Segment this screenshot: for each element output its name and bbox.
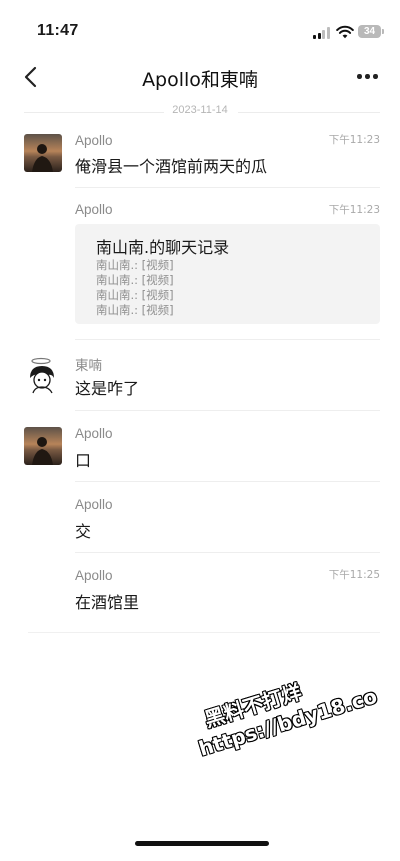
chat-record-card[interactable]: 南山南.的聊天记录 南山南.: [视频] 南山南.: [视频] 南山南.: [视… xyxy=(75,224,380,324)
message-text[interactable]: 俺滑县一个酒馆前两天的瓜 xyxy=(75,153,267,177)
chat-title: Apollo和東喃 xyxy=(142,69,258,91)
avatar-apollo[interactable] xyxy=(24,427,62,465)
status-bar: 11:47 34 xyxy=(0,0,400,56)
chat-record-line: 南山南.: [视频] xyxy=(96,273,174,287)
message-divider xyxy=(75,339,380,340)
chat-record-line: 南山南.: [视频] xyxy=(96,288,174,302)
sender-name: Apollo xyxy=(75,568,113,583)
status-time: 11:47 xyxy=(37,22,79,39)
avatar-apollo[interactable] xyxy=(24,134,62,172)
wifi-icon xyxy=(336,25,354,39)
date-label: 2023-11-14 xyxy=(172,104,228,116)
home-indicator[interactable] xyxy=(135,841,269,846)
chat-record-title: 南山南.的聊天记录 xyxy=(96,238,230,257)
message-text[interactable]: 在酒馆里 xyxy=(75,589,139,613)
signal-icon xyxy=(313,27,331,39)
chat-header: Apollo和東喃 xyxy=(0,56,400,100)
message-divider xyxy=(75,481,380,482)
chat-record-line: 南山南.: [视频] xyxy=(96,258,174,272)
message-text[interactable]: 口 xyxy=(75,447,91,471)
chat-end-divider xyxy=(28,632,380,633)
date-separator: 2023-11-14 xyxy=(0,104,400,120)
message-text[interactable]: 这是咋了 xyxy=(75,375,139,399)
sender-name: Apollo xyxy=(75,497,113,512)
sender-name: 東喃 xyxy=(75,358,102,373)
message-divider xyxy=(75,410,380,411)
sender-name: Apollo xyxy=(75,426,113,441)
message-divider xyxy=(75,187,380,188)
message-time: 下午11:23 xyxy=(328,134,380,146)
message-time: 下午11:23 xyxy=(328,204,380,216)
sender-name: Apollo xyxy=(75,202,113,217)
sender-name: Apollo xyxy=(75,133,113,148)
more-icon[interactable] xyxy=(357,74,379,80)
battery-icon: 34 xyxy=(358,25,381,38)
message-text[interactable]: 交 xyxy=(75,518,91,542)
chat-record-line: 南山南.: [视频] xyxy=(96,303,174,317)
message-time: 下午11:25 xyxy=(328,569,380,581)
avatar-dongnan[interactable] xyxy=(24,356,62,394)
message-divider xyxy=(75,552,380,553)
watermark: 黑料不打烊 https://bdy18.co xyxy=(188,659,380,761)
battery-cap xyxy=(382,29,384,34)
